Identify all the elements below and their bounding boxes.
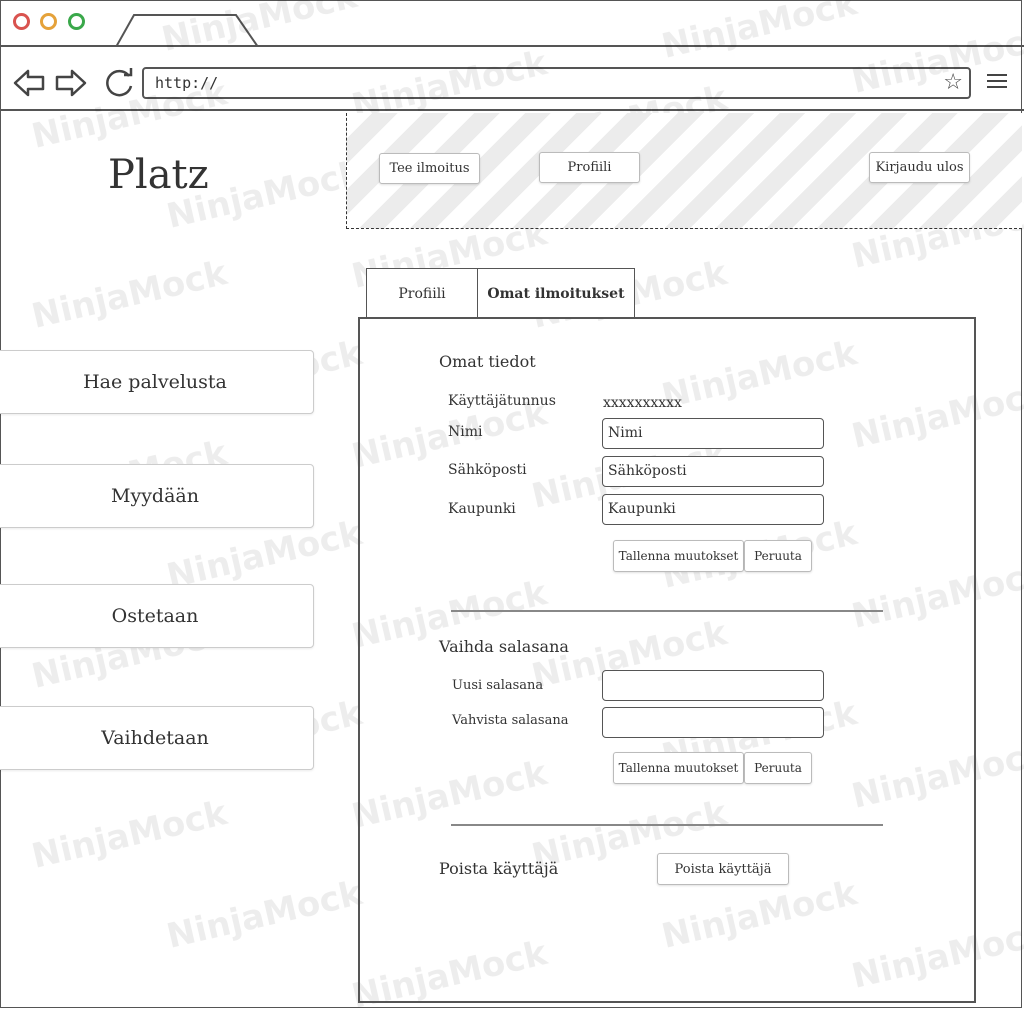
address-bar[interactable]: http:// ☆ <box>142 67 971 99</box>
section-divider <box>451 824 883 826</box>
cancel-profile-button[interactable]: Peruuta <box>744 540 812 572</box>
profile-heading: Omat tiedot <box>439 352 536 371</box>
tabbar-divider <box>0 45 1024 47</box>
url-text: http:// <box>155 74 219 92</box>
save-password-button[interactable]: Tallenna muutokset <box>613 752 744 784</box>
minimize-window-button[interactable] <box>40 13 57 30</box>
name-label: Nimi <box>448 424 483 440</box>
cancel-password-button[interactable]: Peruuta <box>744 752 812 784</box>
reload-icon[interactable] <box>102 66 136 100</box>
city-field[interactable]: Kaupunki <box>602 494 824 525</box>
delete-user-label: Poista käyttäjä <box>439 859 559 878</box>
section-divider <box>451 610 883 612</box>
username-value: xxxxxxxxxx <box>603 395 682 411</box>
logout-button[interactable]: Kirjaudu ulos <box>869 152 970 183</box>
tab-profile[interactable]: Profiili <box>366 268 478 318</box>
browser-tab[interactable] <box>116 13 259 47</box>
bookmark-star-icon[interactable]: ☆ <box>943 70 963 95</box>
app-logo: Platz <box>108 152 209 198</box>
city-label: Kaupunki <box>448 501 516 517</box>
username-label: Käyttäjätunnus <box>448 393 556 409</box>
tab-own-listings[interactable]: Omat ilmoitukset <box>477 268 635 318</box>
maximize-window-button[interactable] <box>68 13 85 30</box>
back-arrow-icon[interactable] <box>12 66 46 100</box>
new-password-label: Uusi salasana <box>452 678 544 693</box>
profile-nav-button[interactable]: Profiili <box>539 152 640 183</box>
password-heading: Vaihda salasana <box>439 637 569 656</box>
create-listing-button[interactable]: Tee ilmoitus <box>379 153 480 184</box>
name-field[interactable]: Nimi <box>602 418 824 449</box>
forward-arrow-icon[interactable] <box>54 66 88 100</box>
confirm-password-field[interactable] <box>602 707 824 738</box>
close-window-button[interactable] <box>13 13 30 30</box>
delete-user-button[interactable]: Poista käyttäjä <box>657 853 789 885</box>
toolbar-divider <box>0 109 1024 111</box>
sidebar-item-trading[interactable]: Vaihdetaan <box>0 706 314 770</box>
sidebar-item-selling[interactable]: Myydään <box>0 464 314 528</box>
sidebar-item-search[interactable]: Hae palvelusta <box>0 350 314 414</box>
email-label: Sähköposti <box>448 462 527 478</box>
sidebar-item-buying[interactable]: Ostetaan <box>0 584 314 648</box>
confirm-password-label: Vahvista salasana <box>452 713 569 728</box>
hamburger-menu-icon[interactable] <box>987 74 1007 92</box>
new-password-field[interactable] <box>602 670 824 701</box>
email-field[interactable]: Sähköposti <box>602 456 824 487</box>
save-profile-button[interactable]: Tallenna muutokset <box>613 540 744 572</box>
